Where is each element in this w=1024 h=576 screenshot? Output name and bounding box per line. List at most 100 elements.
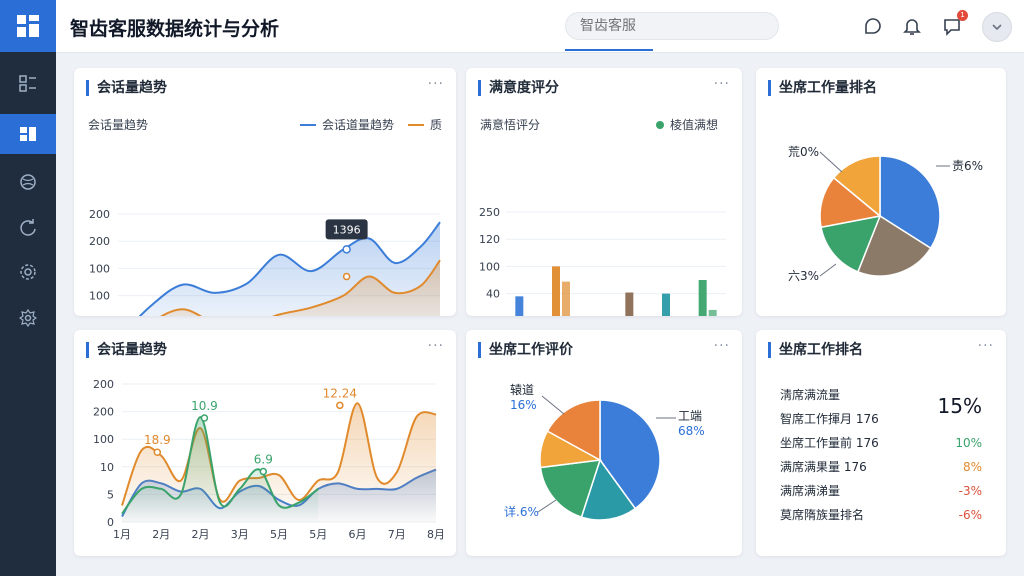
pie-label: 工端 [678, 409, 702, 423]
card-agent-evaluation: 坐席工作评价 ··· 辕道 16% 工端 68% 详.6% [466, 330, 742, 556]
ranking-row-label: 莫席隋族量排名 [780, 508, 865, 522]
trend-multi-area-chart: 05101002002001月 2月 2月 3月 5月 5月 6月 7月 8月18.910.96… [93, 378, 445, 541]
y-tick-label: 100 [89, 262, 110, 275]
bar [625, 292, 634, 316]
chat-button[interactable] [861, 14, 885, 38]
ranking-row-label: 智席工作揮月 176 [780, 412, 879, 426]
pie-leader-line [819, 263, 837, 277]
bar [515, 296, 524, 316]
satisfaction-bar-chart: 020401001202501月2月4月6月6月8月 [479, 206, 726, 316]
bar [662, 293, 670, 316]
dashboard-grid-icon [19, 75, 36, 92]
cog-icon [20, 264, 36, 280]
refresh-icon [20, 219, 36, 236]
x-tick-label: 5月 [309, 528, 327, 541]
agent-workload-pie-chart: 荒0% 责6% 六3% [788, 145, 983, 283]
pie-label: 16% [510, 398, 537, 412]
card-session-trend: 会话量趋势 ··· 会话量趋势 会话道量趋势 质 050100100200200… [74, 68, 456, 316]
ranking-row-value: 10% [955, 436, 982, 450]
sidebar-item-analytics[interactable] [0, 114, 56, 154]
highlight-point [200, 414, 209, 422]
pie-label: 68% [678, 424, 705, 438]
search-active-indicator [565, 49, 653, 51]
data-label: 12.24 [323, 386, 357, 400]
tooltip-value: 1396 [333, 223, 361, 236]
bar [562, 281, 570, 316]
card-agent-ranking: 坐席工作排名 ··· 淸席满流量 15% 智席工作揮月 176 坐席工作量前 176 1… [756, 330, 1006, 556]
logo-icon [17, 15, 39, 37]
more-menu-button[interactable]: ··· [978, 338, 994, 354]
bar [552, 266, 560, 316]
notifications-button[interactable] [900, 14, 924, 38]
x-tick-label: 7月 [388, 528, 406, 541]
ranking-row-value: -6% [958, 508, 982, 522]
ranking-row-label: 坐席工作量前 176 [780, 436, 879, 450]
y-tick-label: 200 [93, 378, 114, 391]
bar [698, 280, 707, 316]
highlight-point [153, 448, 162, 456]
sidebar [0, 0, 56, 576]
card-satisfaction: 满意度评分 ··· 满意悟评分 棱值满想 020401001202501月2月4… [466, 68, 742, 316]
x-tick-label: 2月 [152, 528, 170, 541]
chart-icon [20, 127, 36, 141]
bell-icon [903, 19, 921, 35]
y-tick-label: 100 [89, 290, 110, 303]
trend-area-chart: 0501001002002001月2月3月6月6月7月1396 [89, 208, 441, 316]
y-tick-label: 5 [107, 488, 114, 501]
agent-evaluation-pie-chart: 辕道16% 工端68% 详.6% [504, 382, 705, 521]
pie-leader-line [537, 499, 557, 513]
pie-leader-line [541, 395, 565, 415]
highlight-point [336, 401, 344, 410]
y-tick-label: 10 [100, 461, 114, 474]
y-tick-label: 40 [486, 288, 500, 301]
x-tick-label: 3月 [231, 528, 249, 541]
pie-label: 荒0% [788, 145, 819, 159]
x-tick-label: 2月 [192, 528, 210, 541]
pie-leader-line [819, 151, 843, 173]
sidebar-item-settings[interactable] [0, 298, 56, 338]
ranking-row-label: 满席满涕量 [780, 484, 841, 498]
ranking-row-label: 满席满果量 176 [780, 460, 867, 474]
chevron-down-icon [992, 24, 1002, 31]
highlight-point [342, 272, 351, 281]
pie-label: 责6% [952, 159, 983, 173]
search-input[interactable] [565, 12, 779, 40]
y-tick-label: 100 [479, 260, 500, 273]
settings-icon [19, 309, 37, 327]
app-logo[interactable] [0, 0, 56, 52]
ranking-row-value: 8% [962, 460, 982, 474]
bar [708, 309, 717, 316]
highlight-point [342, 245, 351, 254]
data-label: 10.9 [191, 399, 218, 413]
messages-button[interactable]: 1 [940, 10, 968, 38]
y-tick-label: 200 [93, 406, 114, 419]
sidebar-item-cog[interactable] [0, 252, 56, 292]
page-title: 智齿客服数据统计与分析 [70, 18, 280, 40]
y-tick-label: 200 [89, 235, 110, 248]
data-label: 6.9 [254, 453, 273, 467]
data-label: 18.9 [144, 433, 171, 447]
user-menu[interactable] [982, 12, 1012, 42]
y-tick-label: 120 [479, 233, 500, 246]
y-tick-label: 100 [93, 433, 114, 446]
y-tick-label: 200 [89, 208, 110, 221]
card-session-trend-2: 会话量趋势 ··· 0 5 10 100 200 200 1月 2月 2月 3月 5月 5月 6月 7月 8… [74, 330, 456, 556]
notification-badge: 1 [957, 10, 968, 21]
card-title: 坐席工作排名 [768, 342, 863, 358]
chat-bubble-icon [865, 18, 881, 34]
y-tick-label: 20 [486, 315, 500, 316]
pie-label: 六3% [788, 269, 819, 283]
pie-label: 辕道 [510, 382, 534, 397]
globe-icon [20, 174, 36, 190]
x-tick-label: 6月 [349, 528, 367, 541]
y-tick-label: 250 [479, 206, 500, 219]
x-tick-label: 1月 [113, 528, 131, 541]
pie-label: 详.6% [504, 504, 539, 519]
sidebar-item-globe[interactable] [0, 162, 56, 202]
card-agent-workload: 坐席工作量排名 荒0% 责6% 六3% [756, 68, 1006, 316]
sidebar-item-refresh[interactable] [0, 208, 56, 248]
highlight-point [259, 467, 268, 476]
x-tick-label: 5月 [270, 528, 288, 541]
ranking-row-value: -3% [958, 484, 982, 498]
sidebar-item-dashboard[interactable] [0, 64, 56, 104]
